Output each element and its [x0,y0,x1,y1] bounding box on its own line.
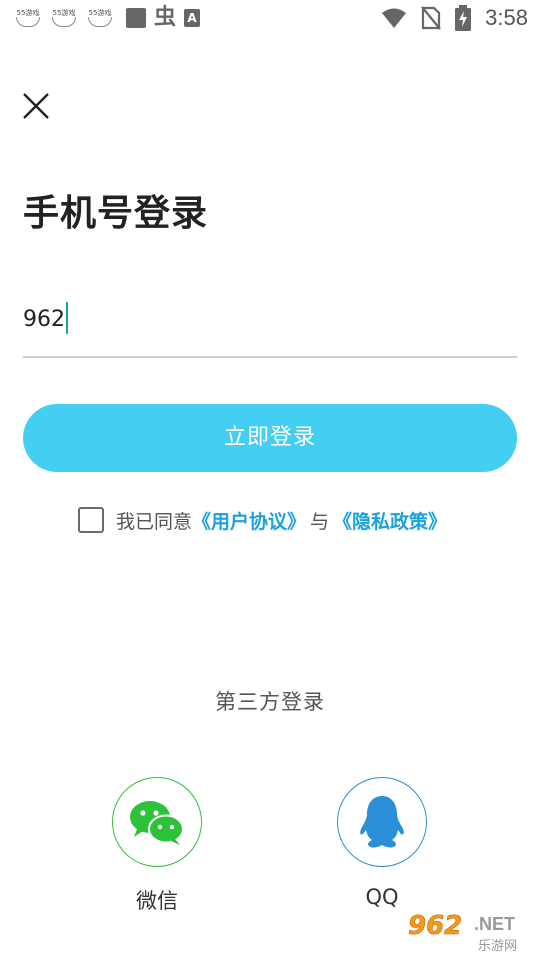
third-party-login-title: 第三方登录 [215,690,325,714]
phone-number-field[interactable]: 962 [23,300,517,358]
agreement-prefix: 我已同意 [116,510,193,533]
phone-number-input[interactable]: 962 [23,300,68,340]
login-button[interactable]: 立即登录 [23,404,517,472]
watermark-logo: 962 .NET 乐游网 [404,904,534,954]
phone-number-value: 962 [23,307,65,332]
text-caret [66,302,68,334]
no-sim-icon [421,6,442,30]
bug-notification-icon: 虫 [154,5,177,30]
keyboard-a-icon: A [184,9,201,27]
notification-label: 55游戏 [88,9,112,17]
agreement-row: 我已同意 《用户协议》 与 《隐私政策》 [78,505,447,535]
battery-charging-icon [455,5,472,31]
close-icon [23,93,49,119]
privacy-policy-link[interactable]: 《隐私政策》 [333,507,447,534]
status-bar-notifications: 55游戏 55游戏 55游戏 虫 A [14,5,201,30]
close-button[interactable] [20,90,52,122]
notification-label: 55游戏 [16,9,40,17]
qq-circle [337,777,427,867]
wifi-icon [382,8,407,28]
notification-icon: 55游戏 [50,6,78,30]
wechat-label: 微信 [136,889,178,913]
square-notification-icon [126,8,146,28]
agreement-checkbox[interactable] [78,507,104,533]
status-time: 3:58 [485,5,528,30]
notification-label: 55游戏 [52,9,76,17]
watermark-brand: 962 [408,911,462,941]
user-agreement-link[interactable]: 《用户协议》 [192,507,306,534]
status-bar-system: 3:58 [381,4,528,32]
wechat-icon [130,801,184,845]
page-title: 手机号登录 [23,193,209,234]
status-bar: 55游戏 55游戏 55游戏 虫 A 3:58 [0,0,540,36]
notification-icon: 55游戏 [86,6,114,30]
agreement-conjunction: 与 [310,510,330,533]
wechat-circle [112,777,202,867]
qq-icon [360,796,404,848]
wechat-login-button[interactable]: 微信 [111,777,203,915]
qq-login-button[interactable]: QQ [336,777,428,909]
watermark-suffix: .NET [474,914,515,934]
watermark-subtitle: 乐游网 [478,939,517,954]
notification-icon: 55游戏 [14,6,42,30]
